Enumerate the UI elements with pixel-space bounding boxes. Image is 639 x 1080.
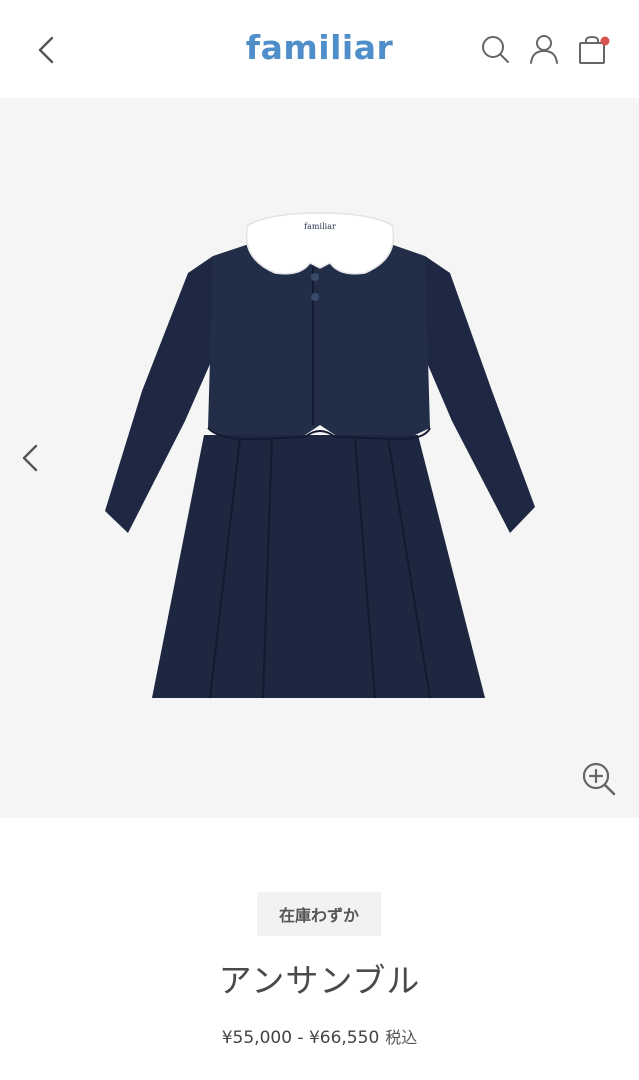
user-icon: [530, 35, 558, 64]
cart-button[interactable]: [578, 33, 610, 65]
cart-badge: [600, 36, 610, 46]
product-gallery[interactable]: familiar: [0, 98, 639, 818]
price-line: ¥55,000 - ¥66,550 税込: [0, 1024, 639, 1048]
shopping-bag-icon: [579, 36, 610, 64]
product-info: 在庫わずか アンサンブル ¥55,000 - ¥66,550 税込: [0, 818, 639, 1080]
collar-logo: familiar: [304, 222, 336, 231]
zoom-in-icon: [582, 762, 616, 796]
search-button[interactable]: [480, 33, 510, 65]
app-header: familiar: [0, 0, 639, 98]
price-range: ¥55,000 - ¥66,550: [221, 1028, 380, 1048]
previous-image-button[interactable]: [14, 438, 48, 478]
zoom-button[interactable]: [580, 760, 618, 798]
tax-label: 税込: [385, 1028, 418, 1047]
chevron-left-icon: [22, 444, 38, 472]
product-title: アンサンブル: [218, 961, 421, 1000]
stock-badge: 在庫わずか: [257, 892, 381, 936]
product-image[interactable]: familiar: [100, 203, 540, 708]
account-button[interactable]: [529, 33, 559, 65]
search-icon: [482, 36, 509, 63]
